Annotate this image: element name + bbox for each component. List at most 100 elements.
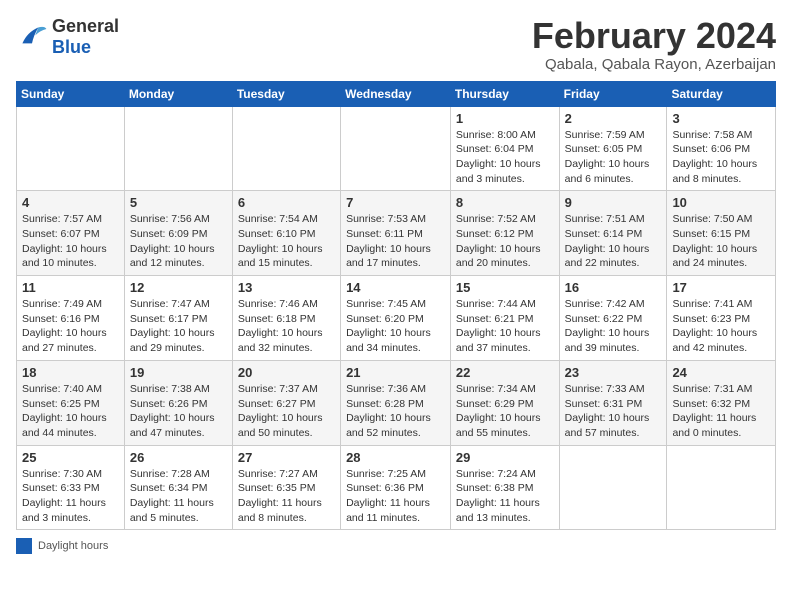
day-info: Sunrise: 8:00 AMSunset: 6:04 PMDaylight:… [456, 128, 554, 187]
calendar-header-tuesday: Tuesday [232, 81, 340, 106]
page-header: General Blue February 2024 Qabala, Qabal… [16, 16, 776, 73]
day-info: Sunrise: 7:24 AMSunset: 6:38 PMDaylight:… [456, 467, 554, 526]
calendar-cell: 24 Sunrise: 7:31 AMSunset: 6:32 PMDayligh… [667, 360, 776, 445]
day-number: 20 [238, 365, 335, 380]
day-number: 23 [565, 365, 662, 380]
day-number: 11 [22, 280, 119, 295]
calendar-cell: 21 Sunrise: 7:36 AMSunset: 6:28 PMDayligh… [341, 360, 451, 445]
calendar-cell: 4 Sunrise: 7:57 AMSunset: 6:07 PMDaylight… [17, 191, 125, 276]
calendar-cell: 20 Sunrise: 7:37 AMSunset: 6:27 PMDayligh… [232, 360, 340, 445]
day-info: Sunrise: 7:57 AMSunset: 6:07 PMDaylight:… [22, 212, 119, 271]
calendar-cell [232, 106, 340, 191]
day-info: Sunrise: 7:47 AMSunset: 6:17 PMDaylight:… [130, 297, 227, 356]
day-info: Sunrise: 7:50 AMSunset: 6:15 PMDaylight:… [672, 212, 770, 271]
day-info: Sunrise: 7:25 AMSunset: 6:36 PMDaylight:… [346, 467, 445, 526]
day-number: 3 [672, 111, 770, 126]
calendar-week-row: 25Sunrise: 7:30 AMSunset: 6:33 PMDayligh… [17, 445, 776, 530]
day-number: 19 [130, 365, 227, 380]
day-info: Sunrise: 7:31 AMSunset: 6:32 PMDaylight:… [672, 382, 770, 441]
day-info: Sunrise: 7:33 AMSunset: 6:31 PMDaylight:… [565, 382, 662, 441]
calendar-header-friday: Friday [559, 81, 667, 106]
calendar-cell: 1 Sunrise: 8:00 AMSunset: 6:04 PMDaylight… [450, 106, 559, 191]
legend-box [16, 538, 32, 554]
calendar-cell: 22 Sunrise: 7:34 AMSunset: 6:29 PMDayligh… [450, 360, 559, 445]
day-number: 26 [130, 450, 227, 465]
calendar-cell: 6Sunrise: 7:54 AMSunset: 6:10 PMDaylight… [232, 191, 340, 276]
calendar-cell: 8 Sunrise: 7:52 AMSunset: 6:12 PMDaylight… [450, 191, 559, 276]
legend: Daylight hours [16, 538, 776, 554]
day-number: 5 [130, 195, 227, 210]
day-number: 15 [456, 280, 554, 295]
day-number: 12 [130, 280, 227, 295]
day-info: Sunrise: 7:38 AMSunset: 6:26 PMDaylight:… [130, 382, 227, 441]
day-number: 21 [346, 365, 445, 380]
calendar-header-row: SundayMondayTuesdayWednesdayThursdayFrid… [17, 81, 776, 106]
calendar-cell: 9Sunrise: 7:51 AMSunset: 6:14 PMDaylight… [559, 191, 667, 276]
calendar-week-row: 18 Sunrise: 7:40 AMSunset: 6:25 PMDayligh… [17, 360, 776, 445]
day-number: 2 [565, 111, 662, 126]
day-info: Sunrise: 7:37 AMSunset: 6:27 PMDaylight:… [238, 382, 335, 441]
day-info: Sunrise: 7:27 AMSunset: 6:35 PMDaylight:… [238, 467, 335, 526]
calendar-week-row: 1 Sunrise: 8:00 AMSunset: 6:04 PMDaylight… [17, 106, 776, 191]
logo-text: General Blue [52, 16, 119, 58]
day-number: 7 [346, 195, 445, 210]
calendar-cell: 12 Sunrise: 7:47 AMSunset: 6:17 PMDayligh… [124, 276, 232, 361]
legend-label: Daylight hours [38, 540, 108, 552]
day-number: 27 [238, 450, 335, 465]
calendar-cell [667, 445, 776, 530]
title-block: February 2024 Qabala, Qabala Rayon, Azer… [532, 16, 776, 73]
calendar-cell: 7 Sunrise: 7:53 AMSunset: 6:11 PMDaylight… [341, 191, 451, 276]
calendar-cell: 27 Sunrise: 7:27 AMSunset: 6:35 PMDayligh… [232, 445, 340, 530]
calendar-cell: 26 Sunrise: 7:28 AMSunset: 6:34 PMDayligh… [124, 445, 232, 530]
calendar-cell: 3 Sunrise: 7:58 AMSunset: 6:06 PMDaylight… [667, 106, 776, 191]
day-number: 25 [22, 450, 119, 465]
day-number: 8 [456, 195, 554, 210]
day-number: 14 [346, 280, 445, 295]
calendar-cell: 18 Sunrise: 7:40 AMSunset: 6:25 PMDayligh… [17, 360, 125, 445]
day-info: Sunrise: 7:36 AMSunset: 6:28 PMDaylight:… [346, 382, 445, 441]
day-number: 29 [456, 450, 554, 465]
day-number: 1 [456, 111, 554, 126]
calendar-cell: 13 Sunrise: 7:46 AMSunset: 6:18 PMDayligh… [232, 276, 340, 361]
calendar-cell: 15Sunrise: 7:44 AMSunset: 6:21 PMDayligh… [450, 276, 559, 361]
calendar-cell [124, 106, 232, 191]
day-number: 4 [22, 195, 119, 210]
calendar-cell [559, 445, 667, 530]
calendar-table: SundayMondayTuesdayWednesdayThursdayFrid… [16, 81, 776, 531]
calendar-cell: 23 Sunrise: 7:33 AMSunset: 6:31 PMDayligh… [559, 360, 667, 445]
calendar-cell: 29 Sunrise: 7:24 AMSunset: 6:38 PMDayligh… [450, 445, 559, 530]
day-number: 13 [238, 280, 335, 295]
day-number: 18 [22, 365, 119, 380]
logo-bird-icon [16, 21, 48, 53]
calendar-cell: 10Sunrise: 7:50 AMSunset: 6:15 PMDayligh… [667, 191, 776, 276]
day-number: 28 [346, 450, 445, 465]
day-info: Sunrise: 7:58 AMSunset: 6:06 PMDaylight:… [672, 128, 770, 187]
calendar-cell: 11 Sunrise: 7:49 AMSunset: 6:16 PMDayligh… [17, 276, 125, 361]
day-info: Sunrise: 7:52 AMSunset: 6:12 PMDaylight:… [456, 212, 554, 271]
day-info: Sunrise: 7:34 AMSunset: 6:29 PMDaylight:… [456, 382, 554, 441]
day-info: Sunrise: 7:40 AMSunset: 6:25 PMDaylight:… [22, 382, 119, 441]
calendar-cell [17, 106, 125, 191]
calendar-cell: 16Sunrise: 7:42 AMSunset: 6:22 PMDayligh… [559, 276, 667, 361]
calendar-header-monday: Monday [124, 81, 232, 106]
day-info: Sunrise: 7:46 AMSunset: 6:18 PMDaylight:… [238, 297, 335, 356]
day-info: Sunrise: 7:42 AMSunset: 6:22 PMDaylight:… [565, 297, 662, 356]
day-number: 22 [456, 365, 554, 380]
day-number: 9 [565, 195, 662, 210]
calendar-header-wednesday: Wednesday [341, 81, 451, 106]
day-info: Sunrise: 7:28 AMSunset: 6:34 PMDaylight:… [130, 467, 227, 526]
calendar-cell [341, 106, 451, 191]
calendar-cell: 14 Sunrise: 7:45 AMSunset: 6:20 PMDayligh… [341, 276, 451, 361]
day-number: 24 [672, 365, 770, 380]
calendar-cell: 19 Sunrise: 7:38 AMSunset: 6:26 PMDayligh… [124, 360, 232, 445]
day-info: Sunrise: 7:53 AMSunset: 6:11 PMDaylight:… [346, 212, 445, 271]
calendar-cell: 2 Sunrise: 7:59 AMSunset: 6:05 PMDaylight… [559, 106, 667, 191]
day-info: Sunrise: 7:49 AMSunset: 6:16 PMDaylight:… [22, 297, 119, 356]
location-text: Qabala, Qabala Rayon, Azerbaijan [532, 56, 776, 73]
day-info: Sunrise: 7:45 AMSunset: 6:20 PMDaylight:… [346, 297, 445, 356]
calendar-header-saturday: Saturday [667, 81, 776, 106]
calendar-header-thursday: Thursday [450, 81, 559, 106]
calendar-cell: 28 Sunrise: 7:25 AMSunset: 6:36 PMDayligh… [341, 445, 451, 530]
day-info: Sunrise: 7:59 AMSunset: 6:05 PMDaylight:… [565, 128, 662, 187]
day-number: 6 [238, 195, 335, 210]
